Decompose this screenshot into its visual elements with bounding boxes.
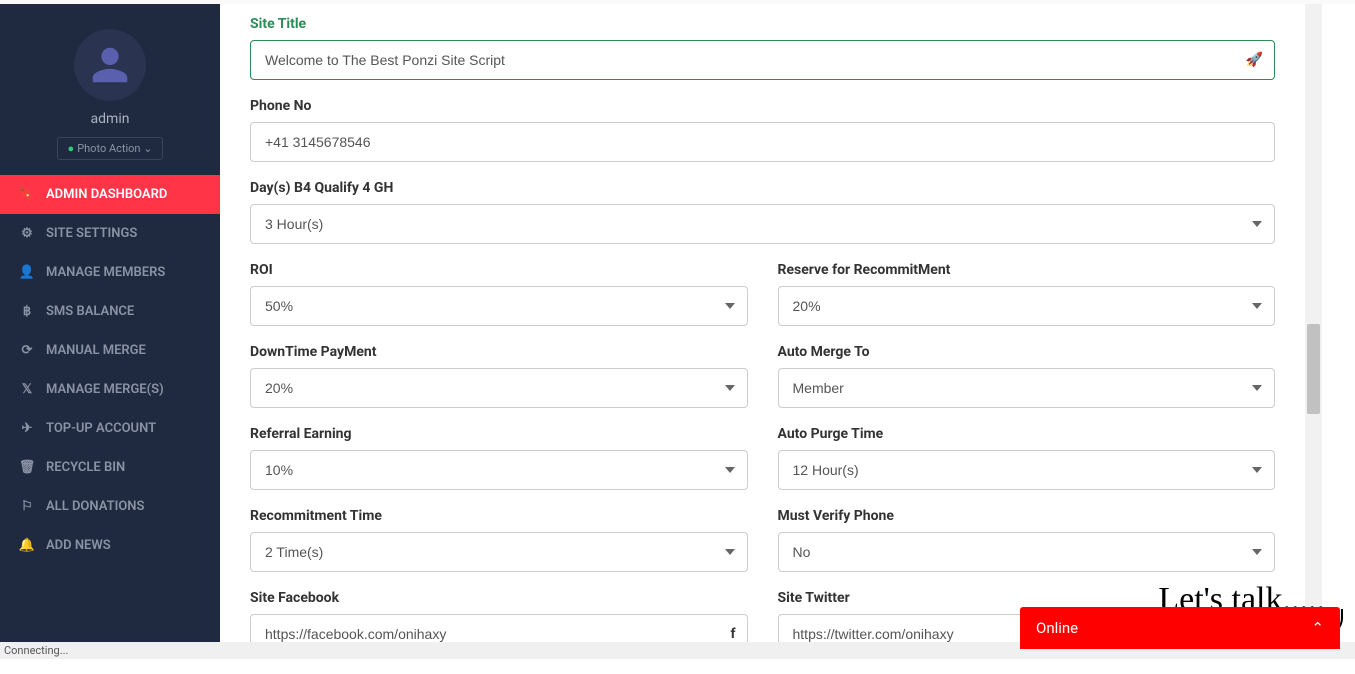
select-autopurge[interactable]: 12 Hour(s): [778, 450, 1276, 490]
label-phone: Phone No: [250, 98, 1275, 114]
rocket-icon: 🚀: [1246, 52, 1263, 68]
select-automerge[interactable]: Member: [778, 368, 1276, 408]
chevron-up-icon: ⌃: [1311, 619, 1324, 637]
select-verify[interactable]: No: [778, 532, 1276, 572]
profile-block: admin ●Photo Action ⌄: [0, 4, 220, 175]
twitter-icon: 𝕏: [18, 382, 36, 397]
sidebar-nav: 🔖ADMIN DASHBOARD ⚙SITE SETTINGS 👤MANAGE …: [0, 175, 220, 565]
bitcoin-icon: ฿: [18, 304, 36, 319]
bell-icon: 🔔: [18, 538, 36, 553]
label-verify: Must Verify Phone: [778, 508, 1276, 524]
label-recommit: Recommitment Time: [250, 508, 748, 524]
nav-manage-members[interactable]: 👤MANAGE MEMBERS: [0, 253, 220, 292]
label-reserve: Reserve for RecommitMent: [778, 262, 1276, 278]
scrollbar[interactable]: [1305, 4, 1322, 659]
label-site-title: Site Title: [250, 16, 1275, 32]
label-referral: Referral Earning: [250, 426, 748, 442]
input-site-title[interactable]: [250, 40, 1275, 80]
label-autopurge: Auto Purge Time: [778, 426, 1276, 442]
nav-all-donations[interactable]: ⚐ALL DONATIONS: [0, 487, 220, 526]
nav-recycle-bin[interactable]: 🗑RECYCLE BIN: [0, 448, 220, 487]
select-days-qualify[interactable]: 3 Hour(s): [250, 204, 1275, 244]
select-referral[interactable]: 10%: [250, 450, 748, 490]
nav-manual-merge[interactable]: ⟳MANUAL MERGE: [0, 331, 220, 370]
nav-admin-dashboard[interactable]: 🔖ADMIN DASHBOARD: [0, 175, 220, 214]
trash-icon: 🗑: [18, 460, 36, 475]
select-reserve[interactable]: 20%: [778, 286, 1276, 326]
select-recommit[interactable]: 2 Time(s): [250, 532, 748, 572]
label-days-qualify: Day(s) B4 Qualify 4 GH: [250, 180, 1275, 196]
photo-action-button[interactable]: ●Photo Action ⌄: [57, 137, 164, 160]
username: admin: [0, 111, 220, 127]
avatar: [74, 29, 146, 101]
nav-site-settings[interactable]: ⚙SITE SETTINGS: [0, 214, 220, 253]
nav-topup-account[interactable]: ✈TOP-UP ACCOUNT: [0, 409, 220, 448]
select-downtime[interactable]: 20%: [250, 368, 748, 408]
label-downtime: DownTime PayMent: [250, 344, 748, 360]
plane-icon: ✈: [18, 421, 36, 436]
flag-icon: ⚐: [18, 499, 36, 514]
nav-sms-balance[interactable]: ฿SMS BALANCE: [0, 292, 220, 331]
chevron-down-icon: ⌄: [143, 142, 152, 155]
refresh-icon: ⟳: [18, 343, 36, 358]
nav-add-news[interactable]: 🔔ADD NEWS: [0, 526, 220, 565]
label-roi: ROI: [250, 262, 748, 278]
select-roi[interactable]: 50%: [250, 286, 748, 326]
label-automerge: Auto Merge To: [778, 344, 1276, 360]
bookmark-icon: 🔖: [18, 187, 36, 202]
chat-widget[interactable]: Online ⌃: [1020, 607, 1340, 649]
gear-icon: ⚙: [18, 226, 36, 241]
nav-manage-merges[interactable]: 𝕏MANAGE MERGE(S): [0, 370, 220, 409]
sidebar: admin ●Photo Action ⌄ 🔖ADMIN DASHBOARD ⚙…: [0, 4, 220, 659]
chat-status: Online: [1036, 619, 1078, 637]
facebook-icon: f: [730, 626, 735, 642]
main-content: Site Title 🚀 Phone No Day(s) B4 Qualify …: [220, 4, 1305, 659]
user-icon: 👤: [18, 265, 36, 280]
input-phone[interactable]: [250, 122, 1275, 162]
label-facebook: Site Facebook: [250, 590, 748, 606]
